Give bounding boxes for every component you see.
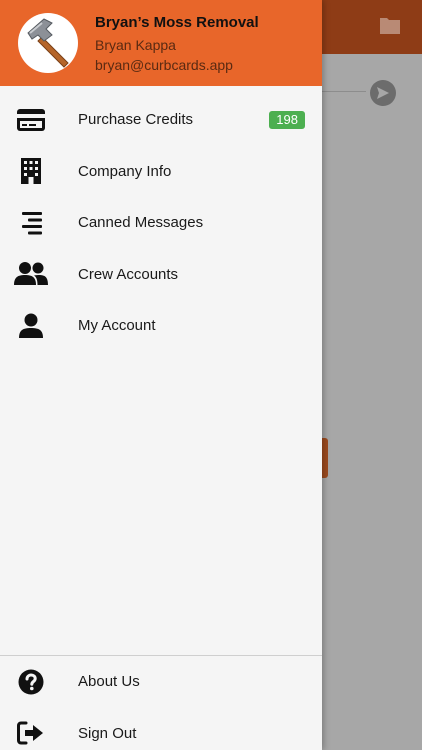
user-name: Bryan Kappa bbox=[95, 37, 176, 53]
menu-label: My Account bbox=[78, 317, 156, 335]
menu-label: Sign Out bbox=[78, 724, 137, 742]
menu-item-sign-out[interactable]: Sign Out bbox=[0, 708, 322, 750]
users-icon bbox=[14, 259, 48, 289]
building-icon bbox=[14, 156, 48, 186]
menu-item-company-info[interactable]: Company Info bbox=[0, 146, 322, 198]
company-title: Bryan’s Moss Removal bbox=[95, 14, 259, 31]
header-text: Bryan’s Moss Removal Bryan Kappa bryan@c… bbox=[95, 13, 259, 75]
navigation-drawer: Bryan’s Moss Removal Bryan Kappa bryan@c… bbox=[0, 0, 322, 750]
user-email: bryan@curbcards.app bbox=[95, 57, 233, 73]
send-button[interactable] bbox=[370, 80, 396, 106]
avatar bbox=[18, 13, 78, 73]
menu-label: Canned Messages bbox=[78, 214, 204, 232]
menu-item-canned-messages[interactable]: Canned Messages bbox=[0, 197, 322, 249]
sign-out-icon bbox=[14, 718, 48, 748]
user-icon bbox=[14, 311, 48, 341]
question-circle-icon bbox=[14, 667, 48, 697]
menu-label: About Us bbox=[78, 673, 140, 691]
align-right-icon bbox=[14, 208, 48, 238]
hammer-icon bbox=[27, 18, 69, 68]
menu-label: Company Info bbox=[78, 162, 172, 180]
menu-item-about-us[interactable]: About Us bbox=[0, 656, 322, 708]
background-tab bbox=[322, 438, 328, 478]
credits-badge: 198 bbox=[269, 110, 305, 129]
menu-item-crew-accounts[interactable]: Crew Accounts bbox=[0, 249, 322, 301]
menu-item-my-account[interactable]: My Account bbox=[0, 300, 322, 352]
folder-icon[interactable] bbox=[378, 16, 402, 36]
menu-label: Crew Accounts bbox=[78, 265, 179, 283]
credit-card-icon bbox=[14, 105, 48, 135]
drawer-header: Bryan’s Moss Removal Bryan Kappa bryan@c… bbox=[0, 0, 322, 86]
menu-label: Purchase Credits bbox=[78, 111, 194, 129]
drawer-menu: Purchase Credits 198 Company Info Canned… bbox=[0, 94, 322, 352]
menu-item-purchase-credits[interactable]: Purchase Credits 198 bbox=[0, 94, 322, 146]
drawer-bottom-menu: About Us Sign Out bbox=[0, 656, 322, 750]
send-icon bbox=[377, 87, 389, 99]
input-underline bbox=[322, 91, 366, 92]
